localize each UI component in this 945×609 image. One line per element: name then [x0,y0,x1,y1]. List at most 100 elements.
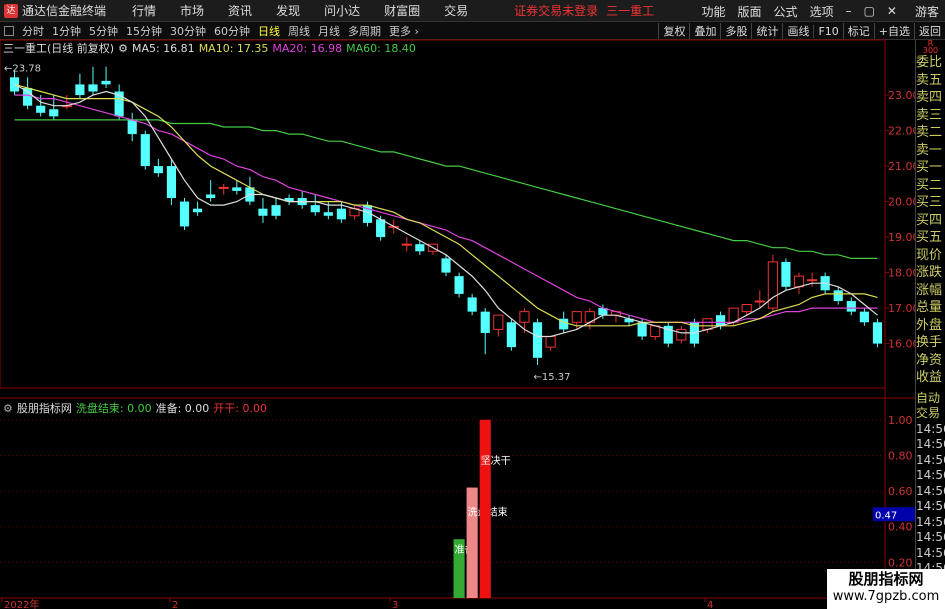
ma5-label: MA5: 16.81 [131,41,195,55]
candle-down [467,297,477,312]
candle-up [545,335,556,348]
candle-down [101,80,111,85]
ma10-line [14,83,878,327]
indicator-value-wash: 洗盘结束: 0.00 [75,402,152,415]
side-panel-time-8: 14:56 [916,514,945,529]
side-panel-header: R 300 [922,39,939,55]
signal-label: 坚决干 [481,455,511,467]
side-panel-time-7: 14:56 [916,499,945,513]
app-window: 达 通达信金融终端 行情 市场 资讯 发现 问小达 财富圈 交易 证券交易未登录… [0,0,945,609]
candle-up [493,314,504,330]
candle-down [49,109,59,117]
ma60-label: MA60: 18.40 [346,41,416,55]
side-panel-time-6: 14:56 [916,483,945,498]
candle-down [833,290,843,301]
side-panel-item-10: 买五 [916,230,943,245]
sub-tick-label: 1.00 [888,414,913,427]
signal-bar [479,419,491,598]
ma10-label: MA10: 17.35 [198,41,269,55]
side-panel-time-1[interactable]: 交易 [916,406,945,422]
candle-down [480,311,490,333]
candle-down [166,166,177,199]
watermark-line1: 股朋指标网 [848,570,924,588]
candle-down [310,205,320,213]
time-tick-label: 2022年 [4,598,39,609]
kline-chart[interactable]: 23.0022.0021.0020.0019.0018.0017.0016.00… [0,0,945,609]
candle-down [376,219,386,238]
low-price-label: ←15.37 [534,372,571,383]
side-panel-item-1: 卖五 [916,72,943,88]
candle-down [441,258,451,273]
side-panel-time-3: 14:56 [916,437,945,451]
time-tick-label: 4 [707,600,713,609]
candle-down [88,84,98,92]
candle-down [846,300,856,312]
candle-down [323,212,333,216]
ma20-label: MA20: 16.98 [272,41,343,55]
side-panel-time-9: 14:56 [916,530,945,544]
side-panel-item-13: 涨幅 [916,282,943,298]
side-panel-item-17: 净资 [916,352,943,368]
side-panel-item-9: 买四 [916,212,943,228]
candle-down [140,134,150,167]
candle-up [401,243,412,246]
candle-down [206,194,216,199]
high-price-label: ←23.78 [4,63,41,74]
side-panel-item-11: 现价 [916,247,943,263]
candle-up [741,304,752,313]
candle-down [127,119,137,135]
candle-down [859,311,869,323]
indicator-info: ⚙ 股朋指标网 洗盘结束: 0.00 准备: 0.00 开干: 0.00 [0,400,271,416]
candle-down [415,244,425,252]
settings-icon[interactable]: ⚙ [118,42,128,55]
indicator-title[interactable]: 股朋指标网 [17,400,72,416]
candle-up [650,325,661,337]
candle-up [571,311,582,323]
candle-down [271,205,281,216]
candle-down [781,261,791,287]
ma5-line [14,83,878,338]
candle-down [872,322,883,344]
quote-side-panel: R 300 委比 卖五 卖四 卖三 卖二 卖一 买一 买二 买三 买四 买五 现价 涨跌 涨幅 总量 外盘 换手净… [915,40,945,609]
candle-up [676,328,687,341]
side-panel-time-0[interactable]: 自动 [916,391,945,407]
candle-down [637,322,647,337]
candle-up [807,279,818,282]
time-tick-label: 3 [392,600,398,609]
candle-up [702,318,713,330]
side-panel-time-4: 14:56 [916,452,945,467]
candle-up [218,186,229,189]
side-panel-item-14: 总量 [916,300,943,315]
side-panel-item-5: 卖一 [916,142,943,158]
side-panel-time-2: 14:56 [916,421,945,436]
side-panel-item-15: 外盘 [916,317,943,333]
signal-bar [466,487,478,598]
sub-tick-label: 0.60 [888,485,913,498]
candle-down [232,187,242,191]
watermark: 股朋指标网 www.7gpzb.com [827,569,945,609]
candle-down [454,276,464,294]
candle-down [75,84,85,96]
ma20-line [14,94,878,323]
side-panel-item-0: 委比 [916,55,943,70]
sub-value-marker-label: 0.47 [875,510,897,521]
indicator-settings-icon[interactable]: ⚙ [3,402,13,415]
candle-down [258,208,268,216]
side-panel-item-7: 买二 [916,177,943,193]
candle-down [23,87,33,106]
candle-down [715,315,726,326]
side-panel-item-12: 涨跌 [916,265,943,280]
candle-down [153,166,163,174]
candle-down [193,208,203,213]
candle-down [532,322,543,358]
candle-down [36,105,46,113]
sub-tick-label: 0.20 [888,556,913,569]
candle-down [179,201,190,227]
candle-down [506,322,516,348]
side-panel-item-18: 收益 [916,370,943,385]
sub-tick-label: 0.80 [888,449,913,462]
candle-down [336,208,346,220]
chart-title[interactable]: 三一重工(日线 前复权) [3,40,114,56]
side-panel-item-4: 卖二 [916,125,943,140]
side-panel-item-3: 卖三 [916,107,943,123]
